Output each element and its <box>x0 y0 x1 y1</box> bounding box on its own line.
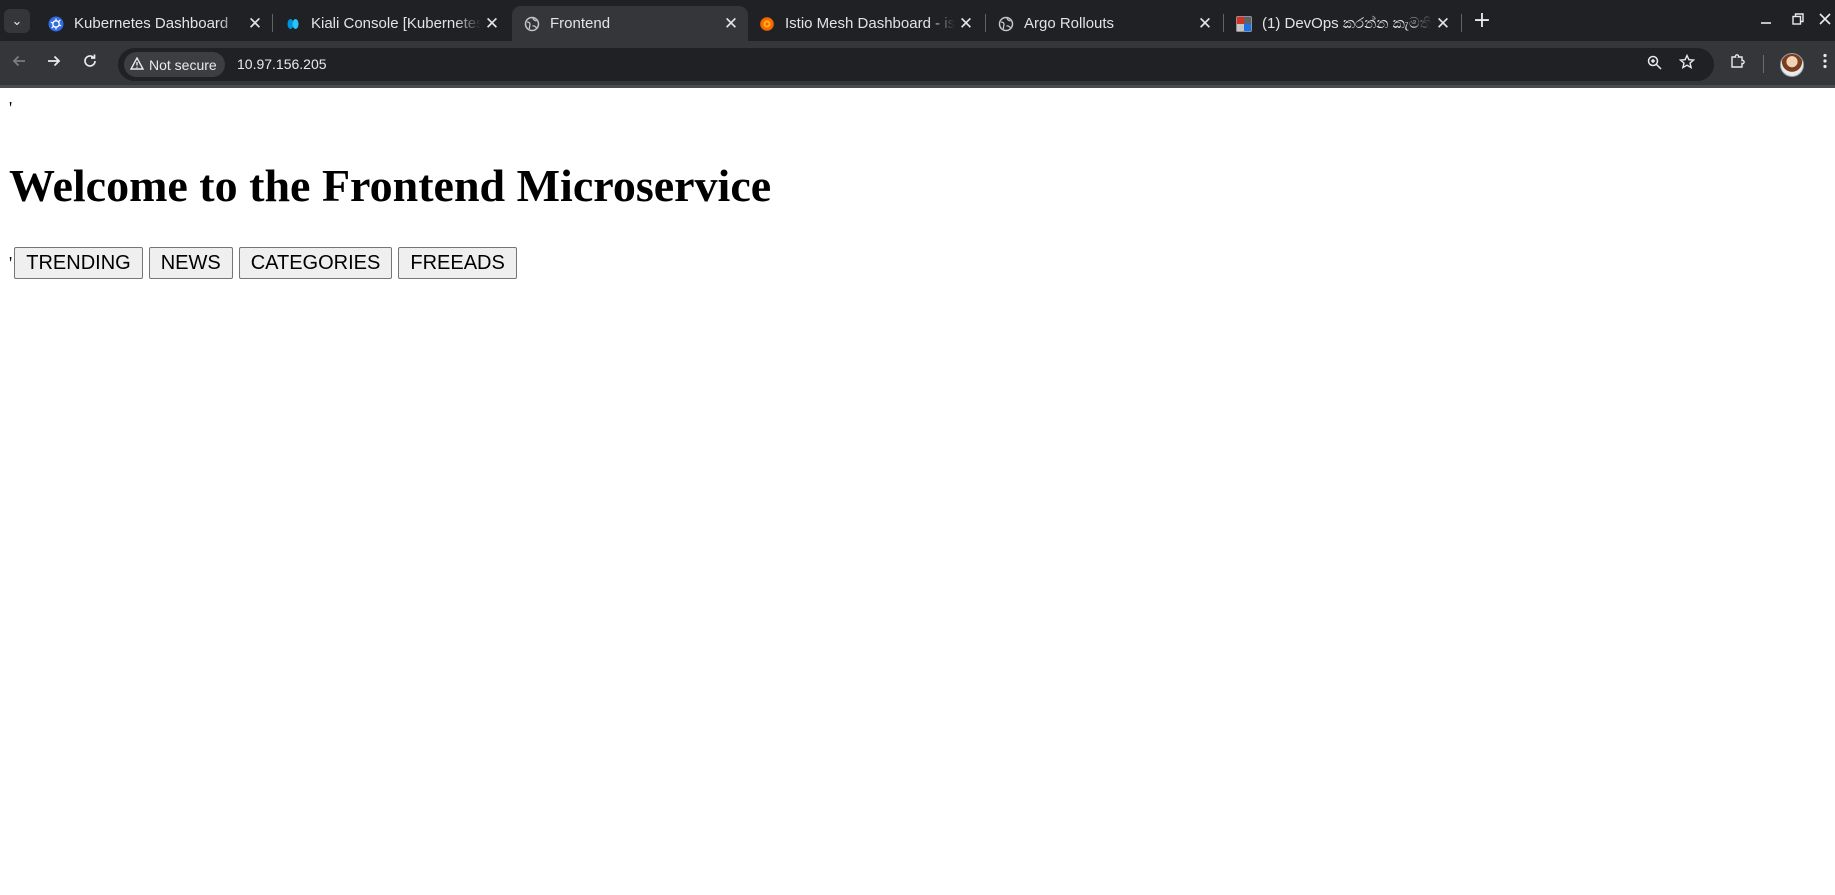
browser-menu-icon[interactable] <box>1815 52 1835 76</box>
stray-quote-text: ' <box>9 98 13 118</box>
browser-tab-devops-video[interactable]: (1) DevOps කරන්න කැමති ✕ <box>1224 6 1460 41</box>
tab-title: Istio Mesh Dashboard - istio <box>785 15 955 32</box>
tab-title: Kubernetes Dashboard <box>74 15 229 32</box>
browser-toolbar: Not secure 10.97.156.205 <box>0 41 1835 87</box>
extensions-puzzle-icon[interactable] <box>1726 52 1750 76</box>
restore-window-button[interactable] <box>1783 8 1813 34</box>
tab-title: (1) DevOps කරන්න කැමති <box>1262 15 1432 32</box>
chevron-down-icon: ⌄ <box>11 13 23 29</box>
warning-triangle-icon <box>129 56 145 73</box>
browser-tab-argo-rollouts[interactable]: Argo Rollouts ✕ <box>986 6 1222 41</box>
zoom-icon[interactable] <box>1642 53 1666 77</box>
browser-tab-frontend[interactable]: Frontend ✕ <box>512 6 748 41</box>
tab-strip: ⌄ Kubernetes Dashboard ✕ Kiali Console [… <box>0 0 1835 41</box>
youtube-thumb-icon <box>1236 16 1252 32</box>
globe-icon <box>524 16 540 32</box>
close-tab-icon[interactable]: ✕ <box>720 14 742 34</box>
bookmark-star-icon[interactable] <box>1675 53 1699 77</box>
freeads-button[interactable]: FREEADS <box>398 247 517 279</box>
address-bar[interactable]: Not secure 10.97.156.205 <box>118 48 1714 81</box>
browser-tab-istio-mesh-dashboard[interactable]: Istio Mesh Dashboard - istio ✕ <box>747 6 983 41</box>
close-tab-icon[interactable]: ✕ <box>1432 14 1454 34</box>
grafana-icon <box>759 16 775 32</box>
reload-button[interactable] <box>76 50 104 78</box>
page-heading: Welcome to the Frontend Microservice <box>9 160 772 211</box>
close-tab-icon[interactable]: ✕ <box>955 14 977 34</box>
forward-button[interactable] <box>40 50 68 78</box>
news-button[interactable]: NEWS <box>148 247 233 279</box>
not-secure-label: Not secure <box>149 56 217 73</box>
kubernetes-icon <box>48 16 64 32</box>
url-text[interactable]: 10.97.156.205 <box>237 48 327 81</box>
minimize-icon <box>1761 22 1771 24</box>
tab-title: Frontend <box>550 15 611 32</box>
close-window-icon <box>1819 13 1831 25</box>
kiali-icon <box>285 16 301 32</box>
browser-tab-kiali-console[interactable]: Kiali Console [Kubernetes] ✕ <box>273 6 509 41</box>
plus-icon: + <box>1472 8 1492 33</box>
tab-title: Kiali Console [Kubernetes] <box>311 15 481 32</box>
toolbar-divider <box>1763 55 1764 73</box>
categories-button[interactable]: CATEGORIES <box>238 247 393 279</box>
close-window-button[interactable] <box>1815 8 1835 34</box>
security-indicator[interactable]: Not secure <box>124 52 225 77</box>
trending-button[interactable]: TRENDING <box>14 247 143 279</box>
tab-separator <box>1461 14 1462 32</box>
close-tab-icon[interactable]: ✕ <box>244 14 266 34</box>
profile-avatar[interactable] <box>1780 53 1804 77</box>
close-tab-icon[interactable]: ✕ <box>481 14 503 34</box>
close-tab-icon[interactable]: ✕ <box>1194 14 1216 34</box>
reload-icon <box>84 54 96 67</box>
back-button[interactable] <box>5 50 33 78</box>
new-tab-button[interactable]: + <box>1468 8 1496 34</box>
minimize-window-button[interactable] <box>1751 8 1781 34</box>
stray-quote-text: ' <box>9 252 13 273</box>
tab-title: Argo Rollouts <box>1024 15 1115 32</box>
button-row: ' TRENDING NEWS CATEGORIES FREEADS <box>9 247 523 279</box>
tab-search-button[interactable]: ⌄ <box>4 9 30 33</box>
globe-icon <box>998 16 1014 32</box>
browser-tab-kubernetes-dashboard[interactable]: Kubernetes Dashboard ✕ <box>36 6 272 41</box>
back-arrow-icon <box>12 55 25 67</box>
forward-arrow-icon <box>48 55 61 67</box>
restore-icon <box>1792 13 1804 25</box>
page-content: ' Welcome to the Frontend Microservice '… <box>0 88 1835 895</box>
